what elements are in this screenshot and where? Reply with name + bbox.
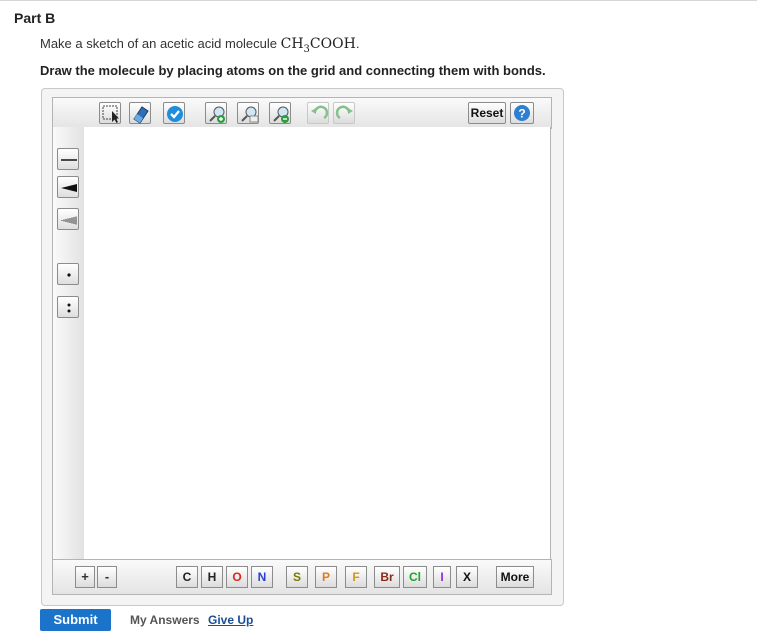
- check-tool-button[interactable]: [163, 102, 185, 124]
- checkmark-icon: [167, 106, 183, 122]
- editor-top-toolbar: Reset ?: [52, 97, 552, 129]
- atom-button-o[interactable]: O: [226, 566, 248, 588]
- atom-button-s[interactable]: S: [286, 566, 308, 588]
- eraser-icon: [133, 106, 149, 124]
- editor-bottom-toolbar: + - C H O N S P F Br Cl I X More: [52, 559, 552, 595]
- atom-button-c[interactable]: C: [176, 566, 198, 588]
- more-atoms-button[interactable]: More: [496, 566, 534, 588]
- lone-pair-icon: [67, 303, 71, 313]
- molecule-formula: CH3COOH: [280, 36, 356, 55]
- zoom-fit-button[interactable]: [237, 102, 259, 124]
- part-title: Part B: [14, 10, 56, 26]
- single-bond-icon: [61, 159, 77, 161]
- atom-button-br[interactable]: Br: [374, 566, 400, 588]
- submit-button[interactable]: Submit: [40, 609, 111, 631]
- zoom-fit-icon: [241, 106, 259, 123]
- selection-icon: [102, 105, 119, 123]
- select-tool-button[interactable]: [99, 102, 121, 124]
- wedge-bond-icon: [61, 184, 77, 192]
- svg-text:?: ?: [518, 107, 525, 121]
- atom-button-i[interactable]: I: [433, 566, 451, 588]
- atom-button-h[interactable]: H: [201, 566, 223, 588]
- my-answers-label: My Answers: [130, 613, 200, 627]
- editor-left-toolbar: [52, 127, 85, 560]
- question-prompt: Make a sketch of an acetic acid molecule…: [40, 36, 360, 55]
- instruction-text: Draw the molecule by placing atoms on th…: [40, 63, 546, 78]
- atom-button-f[interactable]: F: [345, 566, 367, 588]
- atom-button-cl[interactable]: Cl: [403, 566, 427, 588]
- drawing-canvas[interactable]: [84, 127, 551, 560]
- top-divider: [0, 0, 757, 1]
- give-up-link[interactable]: Give Up: [208, 613, 253, 627]
- single-bond-button[interactable]: [57, 148, 79, 170]
- help-button[interactable]: ?: [510, 102, 534, 124]
- atom-button-x[interactable]: X: [456, 566, 478, 588]
- zoom-out-button[interactable]: [269, 102, 291, 124]
- atom-button-n[interactable]: N: [251, 566, 273, 588]
- undo-button[interactable]: [307, 102, 329, 124]
- eraser-tool-button[interactable]: [129, 102, 151, 124]
- hash-bond-button[interactable]: [57, 208, 79, 230]
- radical-button[interactable]: [57, 263, 79, 285]
- molecule-editor: Reset ? + - C H O N S P F Br Cl I X More: [41, 88, 564, 606]
- reset-button[interactable]: Reset: [468, 102, 506, 124]
- wedge-bond-button[interactable]: [57, 176, 79, 198]
- lone-pair-button[interactable]: [57, 296, 79, 318]
- zoom-in-button[interactable]: [205, 102, 227, 124]
- redo-button[interactable]: [333, 102, 355, 124]
- zoom-in-icon: [209, 106, 225, 123]
- help-icon: ?: [514, 105, 530, 121]
- zoom-out-icon: [273, 106, 289, 123]
- undo-icon: [311, 105, 329, 120]
- negative-charge-button[interactable]: -: [97, 566, 117, 588]
- radical-dot-icon: [67, 273, 71, 277]
- positive-charge-button[interactable]: +: [75, 566, 95, 588]
- hash-bond-icon: [61, 216, 77, 225]
- redo-icon: [335, 105, 353, 120]
- prompt-text: Make a sketch of an acetic acid molecule: [40, 36, 281, 51]
- atom-button-p[interactable]: P: [315, 566, 337, 588]
